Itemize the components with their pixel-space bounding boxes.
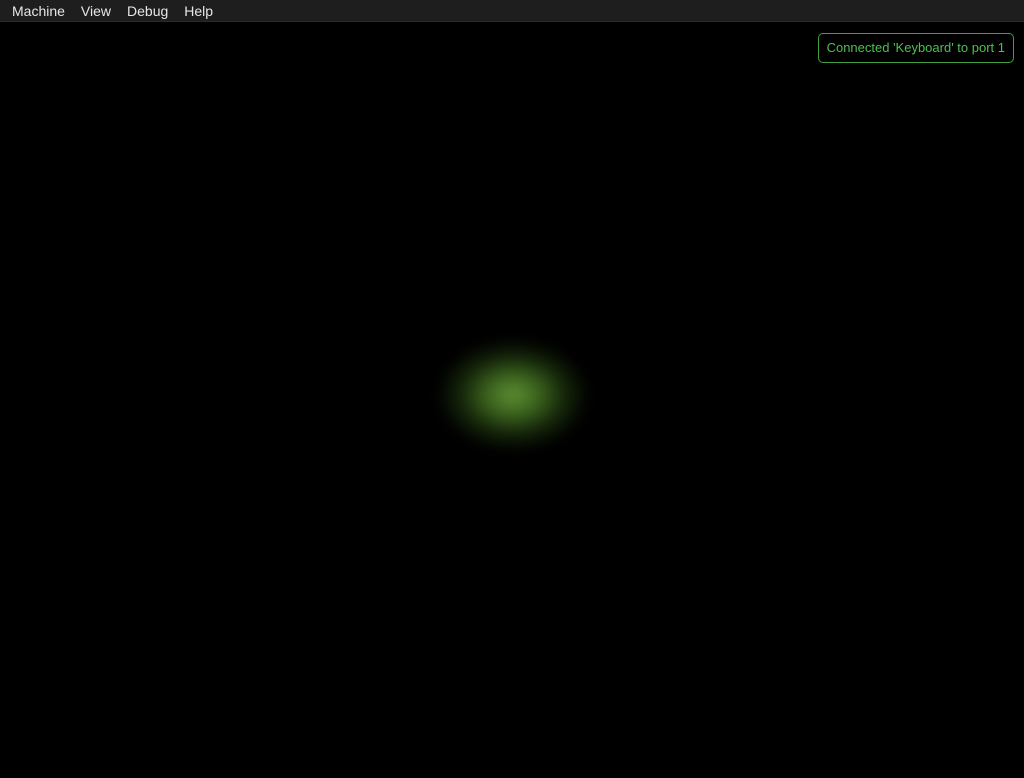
screen-glow — [438, 340, 588, 450]
menu-view[interactable]: View — [73, 0, 119, 22]
connection-notification: Connected 'Keyboard' to port 1 — [817, 33, 1014, 63]
menu-machine[interactable]: Machine — [4, 0, 73, 22]
emulator-display[interactable] — [0, 23, 1024, 778]
menu-debug[interactable]: Debug — [119, 0, 176, 22]
menu-help[interactable]: Help — [176, 0, 221, 22]
emulator-window: Machine View Debug Help Connected 'Keybo… — [0, 0, 1024, 778]
menu-bar: Machine View Debug Help — [0, 0, 1024, 22]
